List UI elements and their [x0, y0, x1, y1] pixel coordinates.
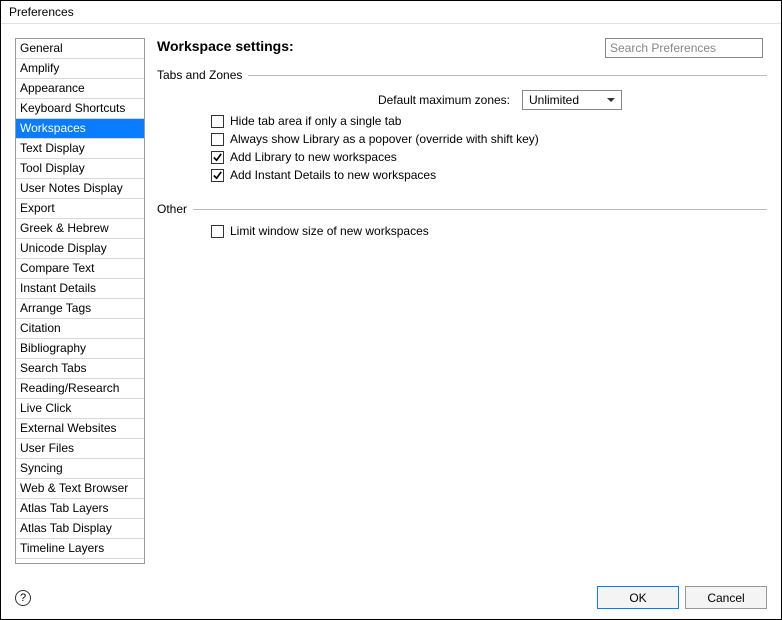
ok-button[interactable]: OK [597, 586, 679, 609]
checkbox-label: Always show Library as a popover (overri… [230, 132, 539, 146]
checkbox-label: Add Instant Details to new workspaces [230, 168, 436, 182]
checkbox[interactable] [211, 115, 224, 128]
checkbox[interactable] [211, 133, 224, 146]
checkbox-label: Add Library to new workspaces [230, 150, 397, 164]
sidebar-item-timeline-layers[interactable]: Timeline Layers [16, 539, 144, 559]
checkbox[interactable] [211, 225, 224, 238]
checkbox-label: Limit window size of new workspaces [230, 224, 429, 238]
divider [248, 75, 767, 76]
sidebar-item-citation[interactable]: Citation [16, 319, 144, 339]
sidebar-item-live-click[interactable]: Live Click [16, 399, 144, 419]
sidebar-item-export[interactable]: Export [16, 199, 144, 219]
group-title-tabs-zones: Tabs and Zones [157, 68, 242, 82]
sidebar-item-bibliography[interactable]: Bibliography [16, 339, 144, 359]
sidebar-item-syncing[interactable]: Syncing [16, 459, 144, 479]
checkbox[interactable] [211, 169, 224, 182]
sidebar-item-keyboard-shortcuts[interactable]: Keyboard Shortcuts [16, 99, 144, 119]
sidebar-item-appearance[interactable]: Appearance [16, 79, 144, 99]
sidebar-item-external-websites[interactable]: External Websites [16, 419, 144, 439]
sidebar-item-web-text-browser[interactable]: Web & Text Browser [16, 479, 144, 499]
sidebar-item-workspaces[interactable]: Workspaces [16, 119, 144, 139]
checkbox[interactable] [211, 151, 224, 164]
sidebar-item-timeline-display[interactable]: Timeline Display [16, 559, 144, 564]
search-input[interactable] [605, 38, 763, 58]
window-title: Preferences [1, 1, 781, 24]
sidebar-item-user-files[interactable]: User Files [16, 439, 144, 459]
sidebar-item-user-notes-display[interactable]: User Notes Display [16, 179, 144, 199]
sidebar-item-compare-text[interactable]: Compare Text [16, 259, 144, 279]
sidebar-item-reading-research[interactable]: Reading/Research [16, 379, 144, 399]
sidebar-item-arrange-tags[interactable]: Arrange Tags [16, 299, 144, 319]
group-title-other: Other [157, 202, 187, 216]
default-max-zones-label: Default maximum zones: [211, 93, 516, 107]
sidebar-item-unicode-display[interactable]: Unicode Display [16, 239, 144, 259]
divider [193, 209, 767, 210]
group-tabs-zones: Tabs and Zones Default maximum zones: Un… [157, 68, 767, 188]
sidebar-item-tool-display[interactable]: Tool Display [16, 159, 144, 179]
sidebar-item-amplify[interactable]: Amplify [16, 59, 144, 79]
sidebar-item-search-tabs[interactable]: Search Tabs [16, 359, 144, 379]
sidebar-item-atlas-tab-display[interactable]: Atlas Tab Display [16, 519, 144, 539]
sidebar-item-text-display[interactable]: Text Display [16, 139, 144, 159]
cancel-button[interactable]: Cancel [685, 586, 767, 609]
default-max-zones-select[interactable]: Unlimited [522, 90, 622, 110]
sidebar-item-instant-details[interactable]: Instant Details [16, 279, 144, 299]
preferences-sidebar: GeneralAmplifyAppearanceKeyboard Shortcu… [15, 38, 145, 564]
help-icon[interactable]: ? [15, 590, 31, 606]
sidebar-item-atlas-tab-layers[interactable]: Atlas Tab Layers [16, 499, 144, 519]
group-other: Other Limit window size of new workspace… [157, 202, 767, 244]
checkbox-label: Hide tab area if only a single tab [230, 114, 401, 128]
sidebar-item-greek-hebrew[interactable]: Greek & Hebrew [16, 219, 144, 239]
sidebar-item-general[interactable]: General [16, 39, 144, 59]
